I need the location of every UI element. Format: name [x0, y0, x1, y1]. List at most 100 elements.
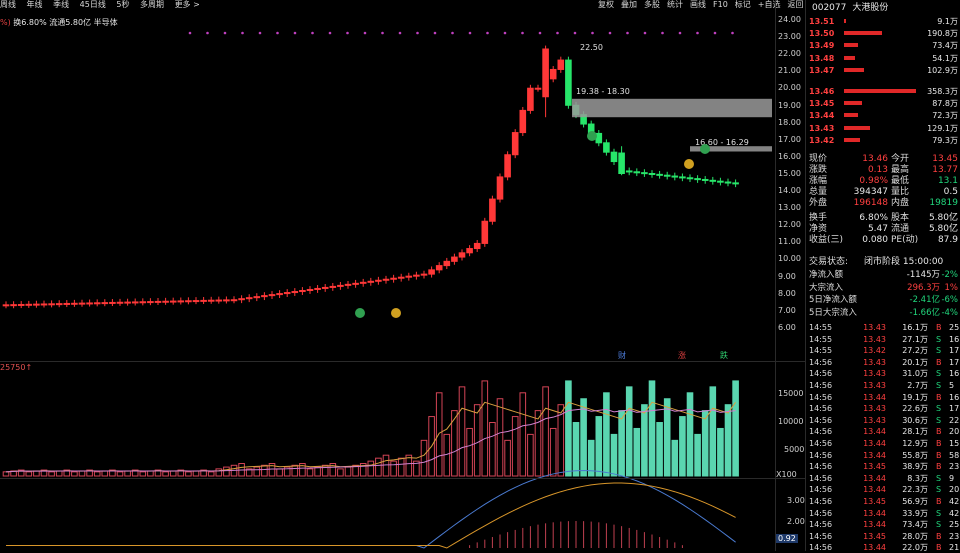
tick-count: 20: [949, 485, 960, 495]
tick-count: 15: [949, 439, 960, 448]
volume-bar: [565, 380, 572, 477]
kline-chart[interactable]: 22.5019.38 - 18.3016.60 - 16.29财涨跌: [0, 0, 775, 551]
tick-time: 14:56: [809, 392, 833, 402]
candle-body: [557, 59, 565, 70]
volume-bar: [78, 470, 86, 477]
tick-price: 13.44: [863, 427, 886, 437]
tick-price: 13.43: [863, 357, 886, 367]
quote-label-2: PE(动): [891, 235, 919, 245]
orderbook-bar: [844, 137, 860, 142]
signal-dot: [258, 31, 262, 35]
quote-value-2: 19819: [929, 198, 958, 208]
orderbook-bar: [844, 31, 883, 36]
tick-count: 17: [949, 357, 960, 367]
tick-count: 17: [949, 404, 960, 414]
volume-bar: [451, 410, 458, 477]
badge-icon: [587, 131, 597, 141]
volume-bar: [420, 439, 428, 477]
tool-back[interactable]: 返回: [787, 0, 803, 9]
candle-body: [694, 178, 701, 181]
volume-bar: [641, 404, 648, 477]
tick-volume: 22.6万: [902, 404, 928, 414]
candle-body: [215, 299, 223, 302]
candle-body: [390, 277, 397, 280]
tick-row: 14:56 13.45 56.9万 B 42: [806, 496, 960, 507]
signal-dot: [346, 31, 349, 35]
volume-bar: [435, 392, 443, 477]
tick-price: 13.45: [863, 531, 886, 541]
volume-bar: [534, 410, 542, 477]
flow-value: -2.41亿: [909, 295, 941, 305]
tick-count: 23: [949, 462, 960, 472]
tick-side: B: [936, 439, 942, 448]
candle-body: [458, 252, 466, 258]
volume-bar: [732, 380, 739, 477]
tick-time: 14:56: [809, 508, 833, 518]
tick-side: B: [936, 462, 942, 472]
tick-side: S: [936, 404, 942, 414]
tick-time: 14:56: [809, 369, 833, 379]
signal-dot: [661, 31, 664, 35]
tick-count: 22: [949, 415, 960, 425]
volume-bar: [93, 471, 101, 477]
candle-body: [192, 300, 200, 303]
candle-body: [86, 302, 93, 305]
tick-volume: 55.8万: [902, 450, 928, 460]
tick-count: 58: [949, 450, 960, 460]
flow-label: 净流入额: [809, 270, 844, 280]
signal-dot: [521, 31, 524, 35]
volume-bar: [580, 398, 587, 477]
volume-bar: [253, 466, 261, 477]
tick-time: 14:56: [809, 531, 833, 541]
tick-volume: 28.0万: [902, 531, 928, 541]
volume-max-label: 25750↑: [0, 363, 33, 372]
flow-percent: -4%: [941, 307, 958, 318]
tick-time: 14:56: [809, 473, 833, 483]
volume-bar: [390, 460, 397, 477]
volume-bar: [618, 410, 625, 477]
candle-body: [17, 303, 25, 306]
volume-bar: [473, 404, 481, 477]
macd-dif-line: [6, 469, 736, 549]
candle-body: [33, 303, 40, 306]
badge-icon: [355, 308, 365, 318]
volume-bar: [185, 471, 192, 477]
signal-dot: [538, 31, 542, 35]
volume-bar: [549, 427, 557, 477]
flow-value: -1.66亿: [909, 307, 941, 318]
volume-bar: [504, 439, 511, 477]
signal-dot: [206, 31, 209, 35]
tick-volume: 2.7万: [907, 381, 928, 390]
macd-tick-3: 3.00: [787, 496, 805, 505]
signal-dot: [486, 31, 489, 35]
orderbook-bar: [844, 43, 859, 48]
signal-dot: [276, 31, 279, 35]
volume-bar: [375, 457, 382, 477]
tick-time: 14:56: [809, 543, 833, 553]
candle-body: [519, 109, 527, 134]
tick-row: 14:55 13.43 27.1万 S 16: [806, 334, 960, 345]
candle-body: [549, 68, 557, 80]
volume-bar: [276, 468, 283, 477]
tick-row: 14:55 13.42 27.2万 S 17: [806, 345, 960, 356]
orderbook-row: 13.46 358.3万: [806, 86, 960, 97]
signal-dot: [328, 31, 332, 35]
orderbook-bar: [844, 19, 847, 23]
tick-side: S: [936, 415, 942, 425]
tick-price: 13.43: [863, 323, 886, 332]
orderbook-volume: 73.4万: [932, 41, 958, 51]
candle-body: [344, 283, 352, 286]
volume-bar: [116, 471, 124, 477]
signal-dot: [398, 31, 402, 35]
signal-dot: [311, 31, 314, 35]
divider-volume: [0, 361, 806, 362]
candle-body: [25, 303, 33, 306]
signal-dot: [223, 31, 227, 35]
candle-body: [124, 301, 131, 304]
volume-bar: [633, 427, 641, 477]
volume-bar: [679, 416, 686, 477]
volume-bar: [55, 470, 63, 477]
badge-icon: [684, 159, 694, 169]
candle-body: [10, 304, 17, 307]
candle-body: [314, 287, 321, 290]
